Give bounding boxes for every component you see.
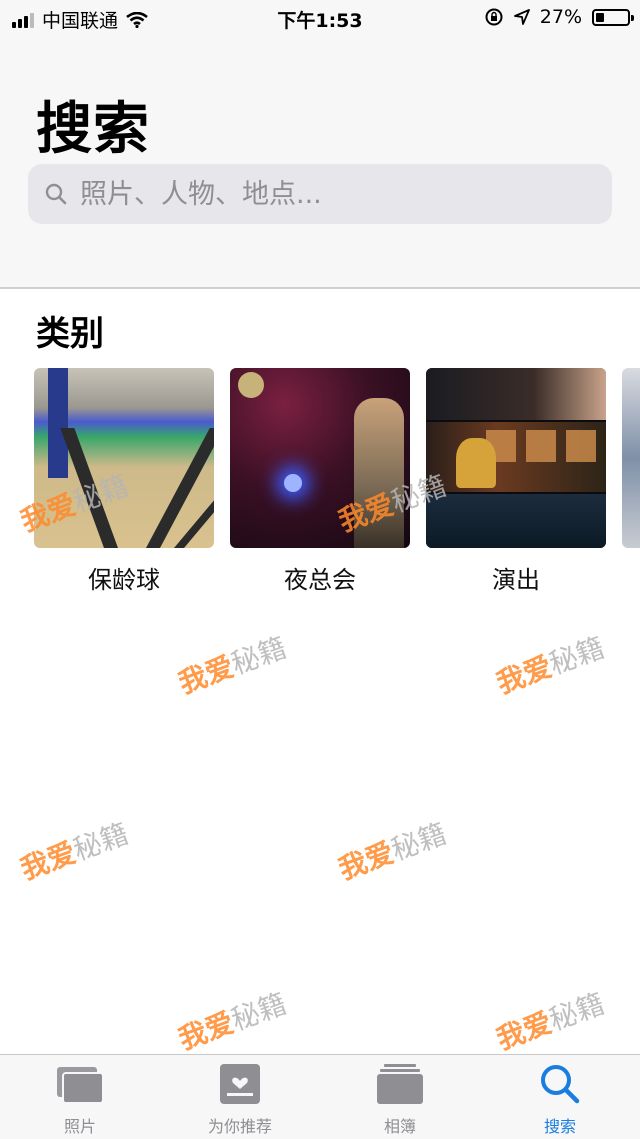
watermark: 我爱秘籍	[174, 630, 291, 701]
tab-search[interactable]: 搜索	[480, 1055, 640, 1139]
magnifier-icon	[45, 183, 67, 205]
tab-label: 搜索	[543, 1117, 576, 1136]
watermark: 我爱秘籍	[174, 986, 291, 1057]
location-icon	[513, 9, 530, 25]
category-thumbnail[interactable]	[426, 368, 606, 548]
tab-label: 相簿	[383, 1117, 416, 1136]
page-title: 搜索	[36, 97, 150, 162]
header-divider	[0, 287, 640, 289]
tab-label: 照片	[63, 1117, 96, 1136]
battery-percent: 27%	[539, 6, 582, 28]
watermark: 我爱秘籍	[492, 986, 609, 1057]
watermark: 我爱秘籍	[16, 816, 133, 887]
albums-icon	[377, 1064, 423, 1104]
photos-icon	[57, 1067, 104, 1104]
battery-icon	[592, 8, 634, 26]
category-label: 夜总会	[284, 566, 356, 594]
rotation-lock-icon	[485, 8, 503, 26]
battery-level	[596, 12, 604, 22]
for-you-icon	[220, 1064, 260, 1104]
status-bar: 中国联通 下午1:53 27%	[0, 0, 640, 36]
category-label: 保龄球	[88, 566, 160, 594]
tab-label: 为你推荐	[207, 1117, 272, 1136]
tab-albums[interactable]: 相簿	[320, 1055, 480, 1139]
category-thumbnail-partial[interactable]	[622, 368, 640, 548]
watermark: 我爱秘籍	[492, 630, 609, 701]
tab-for-you[interactable]: 为你推荐	[160, 1055, 320, 1139]
search-input[interactable]	[78, 177, 602, 211]
tab-bar: 照片 为你推荐 相簿 搜索	[0, 1054, 640, 1139]
tab-photos[interactable]: 照片	[0, 1055, 160, 1139]
search-icon	[541, 1065, 580, 1104]
section-title-categories: 类别	[36, 314, 104, 354]
search-bar[interactable]	[28, 164, 612, 224]
category-card-performance[interactable]: 演出	[426, 368, 606, 595]
status-right: 27%	[484, 6, 634, 28]
category-label: 演出	[492, 566, 540, 594]
watermark: 我爱秘籍	[334, 816, 451, 887]
category-card-nightclub[interactable]: 夜总会	[230, 368, 410, 595]
